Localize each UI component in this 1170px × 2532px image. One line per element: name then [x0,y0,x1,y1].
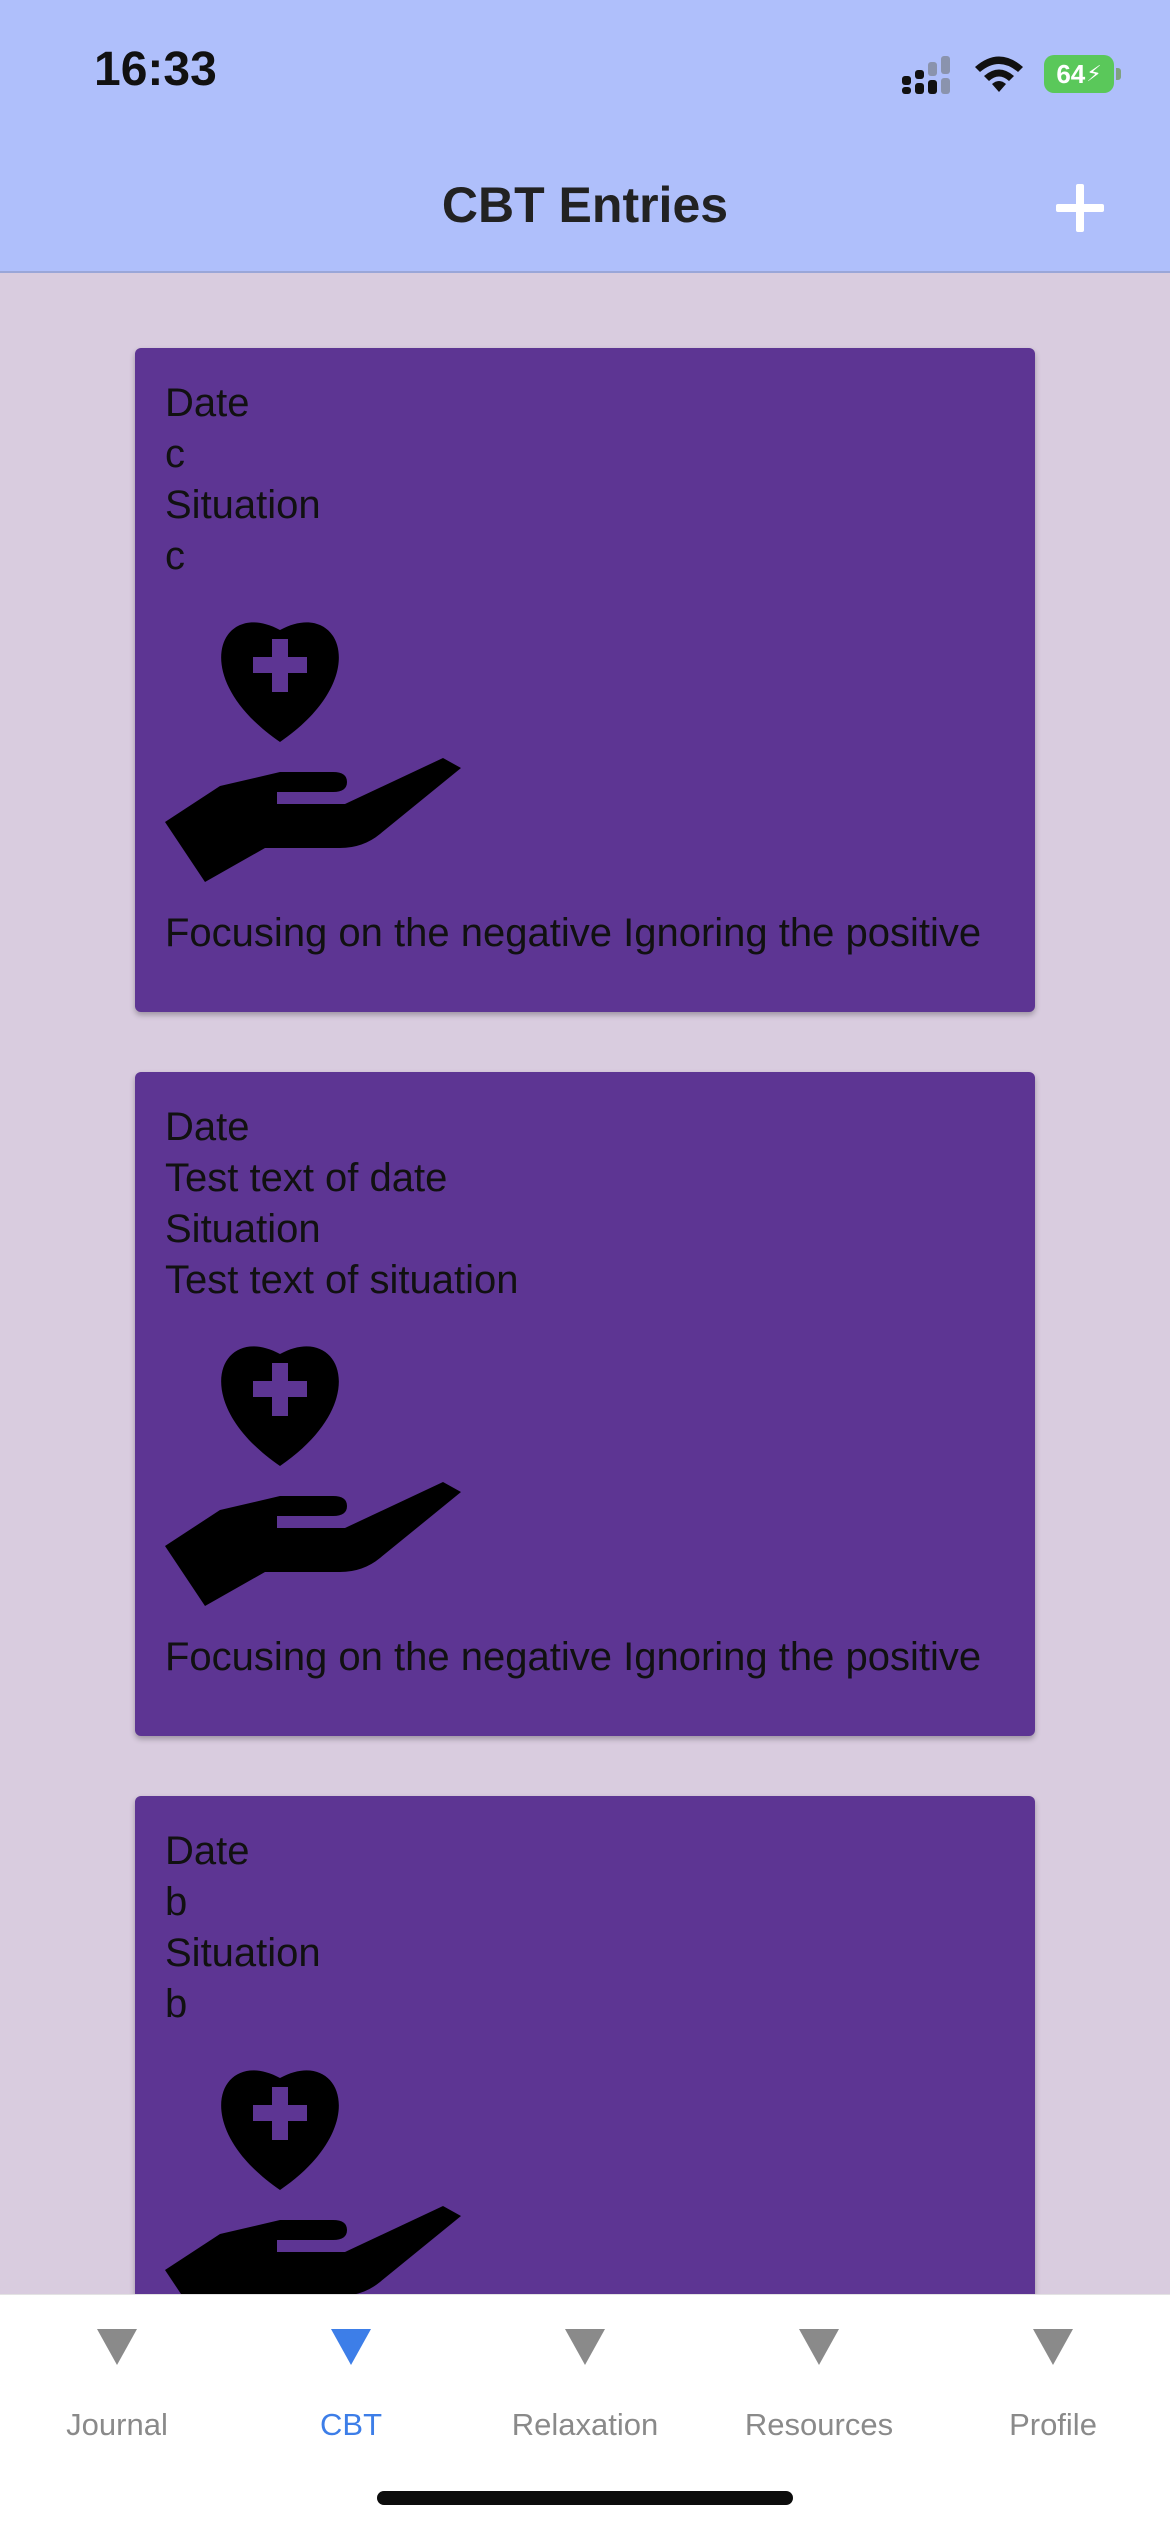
tab-journal[interactable]: Journal [0,2325,234,2475]
home-indicator [377,2491,793,2505]
situation-label: Situation [165,1207,321,1251]
situation-value: Test text of situation [165,1258,519,1302]
add-entry-button[interactable] [1050,178,1110,238]
date-label: Date [165,1829,250,1873]
page-title: CBT Entries [441,177,729,233]
screen: 16:33 64 ⚡ CBT Entries Date c Situation … [0,0,1170,2532]
battery-indicator: 64 ⚡ [1044,55,1121,93]
date-value: b [165,1880,188,1924]
tab-label: Profile [1009,2407,1097,2442]
triangle-down-icon [1033,2329,1073,2365]
tab-cbt[interactable]: CBT [234,2325,468,2475]
battery-level: 64 [1056,58,1086,89]
triangle-down-icon [97,2329,137,2365]
triangle-down-icon [799,2329,839,2365]
heart-hand-icon [165,1346,461,1606]
tab-label: Journal [66,2407,168,2442]
situation-value: c [165,534,185,578]
date-value: c [165,432,185,476]
tab-resources[interactable]: Resources [702,2325,936,2475]
date-label: Date [165,381,250,425]
triangle-down-icon [565,2329,605,2365]
date-value: Test text of date [165,1156,448,1200]
status-time: 16:33 [94,43,217,96]
triangle-down-icon [331,2329,371,2365]
entry-card[interactable]: Date b Situation b [135,1796,1035,2295]
heart-hand-icon [165,622,461,882]
situation-label: Situation [165,483,321,527]
heart-hand-icon [165,2070,461,2295]
tab-label: Resources [744,2407,894,2442]
wifi-icon [975,56,1023,92]
tab-profile[interactable]: Profile [936,2325,1170,2475]
tab-label: Relaxation [511,2407,659,2442]
top-bar: 16:33 64 ⚡ CBT Entries [0,0,1170,273]
entry-card[interactable]: Date Test text of date Situation Test te… [135,1072,1035,1736]
tab-label: CBT [320,2407,382,2442]
status-icons: 64 ⚡ [900,50,1121,98]
thinking-trap-text: Focusing on the negative Ignoring the po… [165,911,982,955]
situation-value: b [165,1982,188,2026]
tab-relaxation[interactable]: Relaxation [468,2325,702,2475]
charging-bolt-icon: ⚡ [1086,61,1102,86]
situation-label: Situation [165,1931,321,1975]
cellular-signal-icon [902,56,950,94]
entries-list[interactable]: Date c Situation c Focusing on the negat… [0,275,1170,2295]
date-label: Date [165,1105,250,1149]
thinking-trap-text: Focusing on the negative Ignoring the po… [165,1635,982,1679]
plus-icon [1056,184,1104,232]
entry-card[interactable]: Date c Situation c Focusing on the negat… [135,348,1035,1012]
